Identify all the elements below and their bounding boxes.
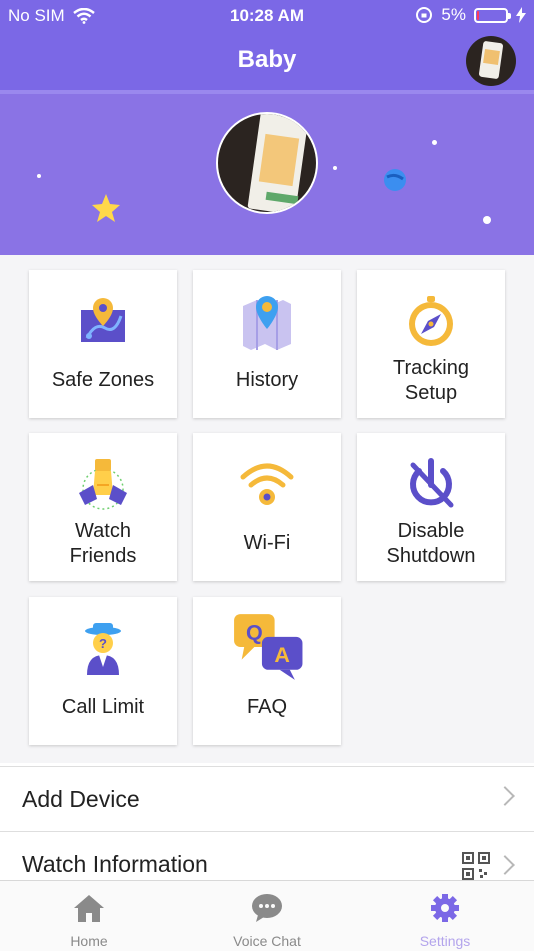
tab-voice-chat[interactable]: Voice Chat: [178, 881, 356, 951]
gear-icon: [431, 894, 459, 922]
tile-label-line: Tracking: [393, 357, 469, 379]
watch-information-label: Watch Information: [22, 851, 208, 877]
battery-percent: 5%: [441, 5, 466, 24]
wifi-icon: [240, 463, 294, 505]
handshake-icon: [79, 459, 127, 510]
tile-safe-zones[interactable]: Safe Zones: [29, 270, 177, 418]
avatar-small[interactable]: [466, 36, 516, 86]
detective-icon: ?: [85, 623, 121, 675]
tile-label-line: Shutdown: [386, 545, 476, 567]
tile-label: Call Limit: [61, 696, 145, 718]
planet-icon: [384, 169, 406, 191]
qa-bubbles-icon: Q A: [234, 614, 303, 680]
tile-label: Wi-Fi: [243, 532, 291, 554]
add-device-row[interactable]: Add Device: [0, 767, 534, 831]
battery-icon: [474, 7, 511, 23]
tile-wifi[interactable]: Wi-Fi: [193, 433, 341, 581]
compass-icon: [409, 296, 453, 346]
qr-code-icon: [462, 852, 490, 880]
map-pin-icon: [81, 298, 125, 342]
star-icon: [92, 194, 120, 222]
tab-home[interactable]: Home: [0, 881, 178, 951]
star-dot: [432, 140, 437, 145]
status-bar: No SIM 10:28 AM 5%: [0, 0, 534, 32]
page-title: Baby: [237, 46, 297, 73]
tile-label-line: Watch: [75, 520, 131, 542]
tile-label-line: Disable: [397, 520, 465, 542]
nav-bar: Baby: [0, 32, 534, 90]
chevron-right-icon: [495, 855, 515, 875]
power-off-icon: [410, 458, 454, 508]
tile-faq[interactable]: Q A FAQ: [193, 597, 341, 745]
tab-label: Home: [70, 933, 108, 949]
charging-bolt-icon: [516, 7, 526, 23]
tab-label: Settings: [419, 933, 471, 949]
chat-bubble-icon: [252, 894, 282, 922]
tile-label: FAQ: [246, 696, 287, 718]
home-icon: [74, 895, 104, 922]
tab-bar: Home Voice Chat Settings: [0, 880, 534, 951]
tile-tracking-setup[interactable]: Tracking Setup: [357, 270, 505, 418]
svg-text:?: ?: [99, 636, 107, 651]
avatar-large[interactable]: [216, 112, 318, 214]
svg-text:A: A: [274, 643, 290, 667]
tile-label-line: Friends: [69, 545, 137, 567]
location-map-icon: [243, 296, 291, 350]
add-device-label: Add Device: [22, 786, 140, 812]
tile-history[interactable]: History: [193, 270, 341, 418]
tile-watch-friends[interactable]: Watch Friends: [29, 433, 177, 581]
status-right: 5%: [415, 5, 526, 25]
svg-text:Q: Q: [246, 620, 263, 644]
tile-label: History: [235, 369, 299, 391]
tile-call-limit[interactable]: ? Call Limit: [29, 597, 177, 745]
star-dot: [37, 174, 41, 178]
chevron-right-icon: [495, 786, 515, 806]
tile-label-line: Setup: [404, 382, 458, 404]
feature-grid: Safe Zones History Tracking Setup Watch …: [0, 255, 534, 763]
tile-label: Safe Zones: [51, 369, 155, 391]
star-dot: [333, 166, 337, 170]
tile-disable-shutdown[interactable]: Disable Shutdown: [357, 433, 505, 581]
watch-information-row[interactable]: Watch Information: [0, 832, 534, 880]
star-dot: [483, 216, 491, 224]
orientation-lock-icon: [416, 7, 433, 23]
tab-label: Voice Chat: [233, 933, 301, 949]
tab-settings[interactable]: Settings: [356, 881, 534, 951]
